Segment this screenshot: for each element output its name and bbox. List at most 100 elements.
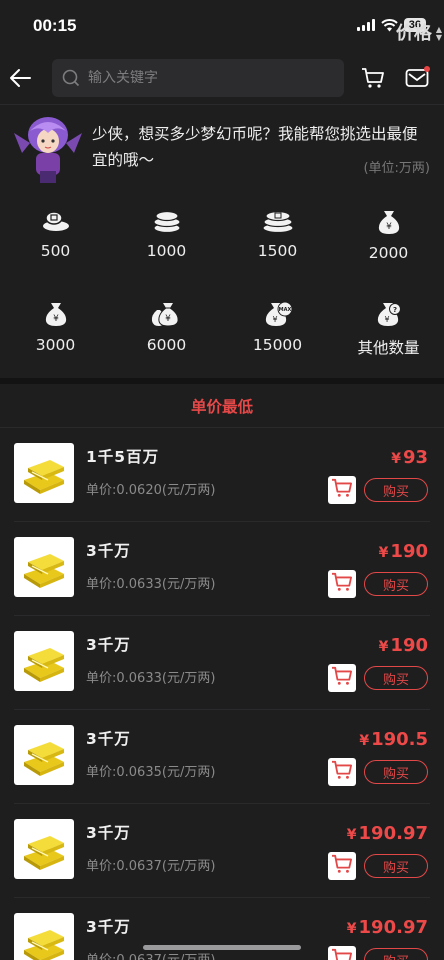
product-item[interactable]: 3千万 单价:0.0635(元/万两) ¥190.5 购买 bbox=[14, 710, 430, 804]
amount-label: 1500 bbox=[257, 242, 298, 260]
add-to-cart-button[interactable] bbox=[328, 946, 356, 960]
buy-button[interactable]: 购买 bbox=[364, 948, 428, 960]
sort-price-tab[interactable]: 价格 ▲ ▼ bbox=[396, 19, 442, 45]
buy-button[interactable]: 购买 bbox=[364, 760, 428, 784]
product-list: 1千5百万 单价:0.0620(元/万两) ¥93 购买 3千万 单价:0.0633(元/… bbox=[0, 428, 444, 960]
coin-stack-large-icon bbox=[261, 210, 294, 234]
coin-stack-small-icon bbox=[42, 211, 69, 231]
product-actions: 购买 bbox=[328, 758, 428, 786]
amount-label: 6000 bbox=[146, 336, 187, 354]
product-unit-price: 单价:0.0633(元/万两) bbox=[86, 671, 216, 686]
product-info: 3千万 单价:0.0633(元/万两) bbox=[86, 537, 215, 592]
amount-option-500[interactable]: 500 bbox=[0, 202, 111, 294]
add-to-cart-button[interactable] bbox=[328, 570, 356, 598]
sort-price-label: 价格 bbox=[395, 23, 432, 44]
amount-label: 3000 bbox=[35, 336, 76, 354]
product-title: 3千万 bbox=[86, 636, 131, 654]
svg-text:¥: ¥ bbox=[386, 222, 392, 232]
money-bag-max-icon: MAX ¥ bbox=[265, 301, 292, 326]
product-price: ¥93 bbox=[391, 447, 428, 468]
product-price: ¥190 bbox=[379, 541, 428, 562]
product-item[interactable]: 3千万单价:0.0637(元/万两) ¥190.97 购买 bbox=[14, 804, 430, 898]
product-actions: 购买 bbox=[328, 664, 428, 692]
amount-label: 15000 bbox=[252, 336, 303, 354]
notification-dot bbox=[424, 66, 430, 72]
sort-lowest-unit-tab[interactable]: 单价最低 bbox=[0, 395, 444, 417]
add-to-cart-button[interactable] bbox=[328, 852, 356, 880]
product-unit-price: 单价:0.0620(元/万两) bbox=[86, 483, 216, 498]
product-item[interactable]: 3千万单价:0.0637(元/万两) ¥190.97 购买 bbox=[14, 898, 430, 960]
svg-text:?: ? bbox=[392, 306, 396, 314]
amount-option-6000[interactable]: ¥ 6000 bbox=[111, 294, 222, 386]
coin-stack-icon bbox=[152, 210, 181, 234]
price-value: 190.97 bbox=[358, 917, 428, 938]
add-to-cart-button[interactable] bbox=[328, 664, 356, 692]
product-info: 3千万 单价:0.0635(元/万两) bbox=[86, 725, 215, 780]
currency-symbol: ¥ bbox=[359, 733, 370, 749]
search-input[interactable] bbox=[88, 70, 288, 86]
banner: 少侠，想买多少梦幻币呢？我能帮您挑选出最便宜的哦～ (单位:万两) bbox=[0, 104, 444, 188]
back-button[interactable] bbox=[8, 66, 32, 90]
banner-message: 少侠，想买多少梦幻币呢？我能帮您挑选出最便宜的哦～ bbox=[92, 125, 418, 169]
product-price: ¥190.97 bbox=[347, 823, 428, 844]
banner-unit: (单位:万两) bbox=[363, 161, 430, 176]
buy-button[interactable]: 购买 bbox=[364, 478, 428, 502]
cart-icon bbox=[362, 68, 384, 88]
status-time: 00:15 bbox=[33, 16, 77, 35]
home-indicator bbox=[143, 945, 301, 950]
product-title: 3千万 bbox=[86, 730, 131, 748]
svg-text:¥: ¥ bbox=[384, 315, 389, 324]
gold-bars-image bbox=[14, 443, 74, 503]
money-bag-question-icon: ? ¥ bbox=[377, 303, 401, 326]
cart-button[interactable] bbox=[358, 63, 388, 93]
amount-option-3000[interactable]: ¥ 3000 bbox=[0, 294, 111, 386]
buy-button[interactable]: 购买 bbox=[364, 854, 428, 878]
amount-option-1500[interactable]: 1500 bbox=[222, 202, 333, 294]
message-button[interactable] bbox=[402, 63, 432, 93]
amount-grid: 500 1000 1500 ¥ 2000 ¥ 3000 ¥ 6000 MAX ¥… bbox=[0, 188, 444, 378]
product-item[interactable]: 3千万单价:0.0633(元/万两) ¥190 购买 bbox=[14, 616, 430, 710]
product-info: 3千万单价:0.0637(元/万两) bbox=[86, 819, 215, 874]
amount-option-1000[interactable]: 1000 bbox=[111, 202, 222, 294]
gold-bars-image bbox=[14, 537, 74, 597]
svg-text:MAX: MAX bbox=[278, 307, 291, 313]
gold-bars-image bbox=[14, 819, 74, 879]
product-actions: 购买 bbox=[328, 852, 428, 880]
money-bag-icon: ¥ bbox=[378, 211, 399, 234]
amount-option-2000[interactable]: ¥ 2000 bbox=[333, 202, 444, 294]
currency-symbol: ¥ bbox=[378, 545, 389, 561]
cart-icon bbox=[331, 478, 353, 502]
amount-option-other[interactable]: ? ¥ 其他数量 bbox=[333, 294, 444, 386]
product-item[interactable]: 1千5百万 单价:0.0620(元/万两) ¥93 购买 bbox=[14, 428, 430, 522]
svg-text:¥: ¥ bbox=[165, 314, 171, 324]
amount-label: 1000 bbox=[146, 242, 187, 260]
cart-icon bbox=[331, 760, 353, 784]
cart-icon bbox=[331, 854, 353, 878]
gold-bars-image bbox=[14, 725, 74, 785]
add-to-cart-button[interactable] bbox=[328, 758, 356, 786]
currency-symbol: ¥ bbox=[346, 827, 357, 843]
amount-label: 其他数量 bbox=[357, 339, 420, 357]
amount-option-15000[interactable]: MAX ¥ 15000 bbox=[222, 294, 333, 386]
product-title: 3千万 bbox=[86, 824, 131, 842]
search-box[interactable] bbox=[52, 59, 344, 97]
product-title: 3千万 bbox=[86, 918, 131, 936]
svg-text:¥: ¥ bbox=[53, 314, 59, 324]
money-bag-icon: ¥ bbox=[45, 303, 66, 326]
currency-symbol: ¥ bbox=[346, 921, 357, 937]
buy-button[interactable]: 购买 bbox=[364, 666, 428, 690]
product-price: ¥190 bbox=[379, 635, 428, 656]
add-to-cart-button[interactable] bbox=[328, 476, 356, 504]
sort-bar: 单价最低 价格 ▲ ▼ bbox=[0, 23, 444, 428]
price-value: 190 bbox=[390, 541, 428, 562]
price-value: 190.5 bbox=[371, 729, 428, 750]
product-item[interactable]: 3千万 单价:0.0633(元/万两) ¥190 购买 bbox=[14, 522, 430, 616]
product-actions: 购买 bbox=[328, 946, 428, 960]
amount-label: 500 bbox=[40, 242, 71, 260]
buy-button[interactable]: 购买 bbox=[364, 572, 428, 596]
price-value: 190 bbox=[390, 635, 428, 656]
price-value: 93 bbox=[402, 447, 428, 468]
product-price: ¥190.5 bbox=[359, 729, 428, 750]
price-value: 190.97 bbox=[358, 823, 428, 844]
signal-icon bbox=[356, 19, 375, 31]
